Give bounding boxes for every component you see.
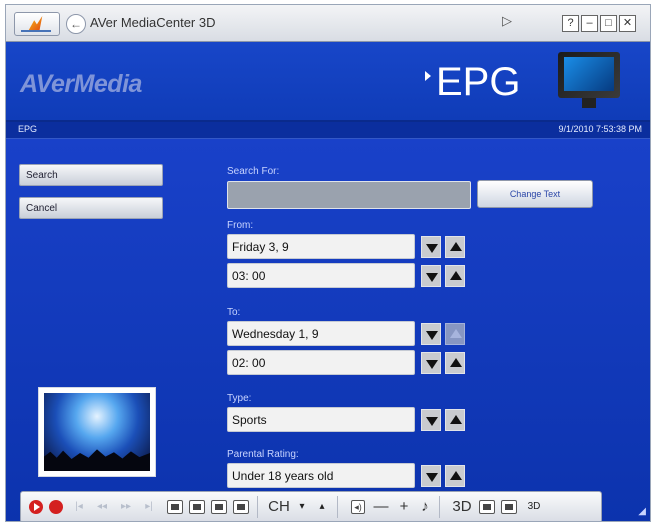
playback-toolbar: |◂ ◂◂ ▸▸ ▸| CH ▾ ▴ ◂) — + ♪ 3D 3D [20,491,602,521]
from-time-field[interactable]: 03: 00 [227,263,415,288]
mouse-cursor-icon: ▷ [502,13,512,28]
brand-logo: AVerMedia [20,70,142,98]
pip-icon[interactable] [479,500,495,514]
multi-view-icon[interactable] [211,500,227,514]
rewind-button[interactable]: ◂◂ [93,498,111,516]
from-time-up-button[interactable] [445,265,465,287]
to-time-down-button[interactable] [421,352,441,374]
from-date-field[interactable]: Friday 3, 9 [227,234,415,259]
change-text-button[interactable]: Change Text [477,180,593,208]
cancel-button[interactable]: Cancel [19,197,163,219]
page-title: EPG [436,60,521,104]
resize-grip-icon[interactable]: ◢ [638,506,646,517]
play-button[interactable] [29,500,43,514]
audio-icon[interactable]: ♪ [417,498,433,516]
to-time-field[interactable]: 02: 00 [227,350,415,375]
monitor-icon [558,52,620,108]
skip-forward-button[interactable]: ▸| [141,498,157,516]
type-field[interactable]: Sports [227,407,415,432]
app-logo-icon [28,16,43,30]
help-button[interactable]: ? [562,15,579,32]
fast-forward-button[interactable]: ▸▸ [117,498,135,516]
capture-icon[interactable] [233,500,249,514]
app-menu-button[interactable] [14,12,60,36]
to-date-up-button[interactable] [445,323,465,345]
3d-settings-icon[interactable]: 3D [523,498,545,516]
from-date-up-button[interactable] [445,236,465,258]
parental-rating-field[interactable]: Under 18 years old [227,463,415,488]
channel-label: CH [268,498,290,515]
from-time-down-button[interactable] [421,265,441,287]
page-header: AVerMedia EPG [6,42,650,120]
mute-button[interactable]: ◂) [351,500,365,514]
parental-rating-down-button[interactable] [421,465,441,487]
concert-image [44,393,150,471]
video-preview-thumbnail[interactable] [38,387,156,477]
type-down-button[interactable] [421,409,441,431]
window-title: AVer MediaCenter 3D [90,15,216,30]
status-strip: EPG 9/1/2010 7:53:38 PM [6,122,650,139]
title-arrow-icon [425,71,431,81]
to-label: To: [227,307,241,318]
skip-back-button[interactable]: |◂ [71,498,87,516]
back-button[interactable]: ← [66,14,86,34]
maximize-button[interactable]: □ [600,15,617,32]
channel-down-button[interactable]: ▾ [295,498,309,516]
from-date-down-button[interactable] [421,236,441,258]
volume-up-button[interactable]: + [395,498,413,516]
snapshot-icon[interactable] [167,500,183,514]
close-button[interactable]: ✕ [619,15,636,32]
to-time-up-button[interactable] [445,352,465,374]
type-up-button[interactable] [445,409,465,431]
search-field[interactable] [227,181,471,209]
3d-button[interactable]: 3D [449,498,475,516]
channel-up-button[interactable]: ▴ [315,498,329,516]
type-label: Type: [227,393,252,404]
parental-rating-label: Parental Rating: [227,449,299,460]
search-button[interactable]: Search [19,164,163,186]
minimize-button[interactable]: – [581,15,598,32]
from-label: From: [227,220,254,231]
title-bar: ← AVer MediaCenter 3D ▷ ? – □ ✕ [6,5,650,42]
search-for-label: Search For: [227,166,280,177]
volume-down-button[interactable]: — [371,498,391,516]
record-button[interactable] [49,500,63,514]
parental-rating-up-button[interactable] [445,465,465,487]
breadcrumb: EPG [18,124,38,134]
current-datetime: 9/1/2010 7:53:38 PM [558,124,642,134]
app-window: ← AVer MediaCenter 3D ▷ ? – □ ✕ AVerMedi… [5,4,651,522]
to-date-down-button[interactable] [421,323,441,345]
timeshift-icon[interactable] [189,500,205,514]
to-date-field[interactable]: Wednesday 1, 9 [227,321,415,346]
teletext-icon[interactable] [501,500,517,514]
